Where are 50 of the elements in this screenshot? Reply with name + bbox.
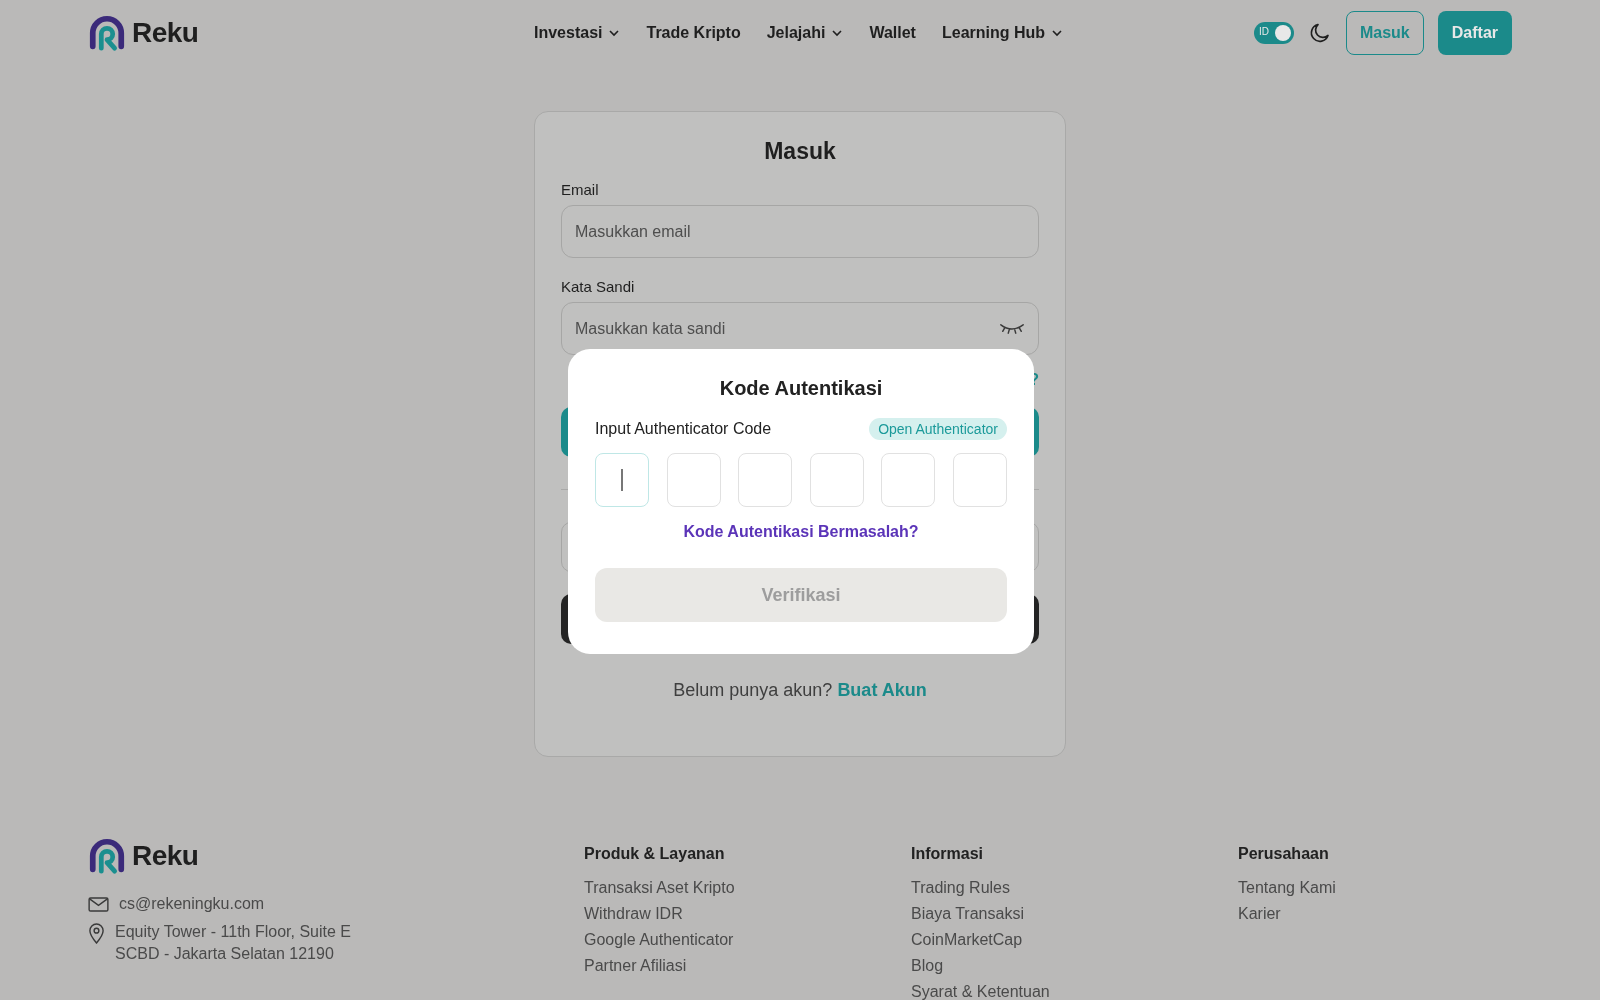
logo-text[interactable]: Reku: [132, 17, 199, 49]
footer-link[interactable]: Partner Afiliasi: [584, 957, 911, 975]
nav-link[interactable]: Investasi: [534, 24, 621, 42]
password-field[interactable]: Masukkan kata sandi: [561, 302, 1039, 355]
eye-closed-icon[interactable]: [999, 322, 1025, 335]
field-label: Email: [561, 181, 600, 198]
code-digit-field[interactable]: [738, 453, 793, 507]
code-digit-field[interactable]: [809, 453, 864, 507]
location-pin-icon: [88, 923, 105, 944]
signup-prompt: Belum punya akun? Buat Akun: [672, 680, 928, 701]
footer-link[interactable]: Tentang Kami: [1238, 879, 1565, 897]
register-button[interactable]: Daftar: [1437, 11, 1512, 55]
footer-link[interactable]: Blog: [911, 957, 1238, 975]
footer-heading: Informasi: [911, 845, 984, 863]
footer-link[interactable]: CoinMarketCap: [911, 931, 1238, 949]
footer-link[interactable]: Syarat & Ketentuan: [911, 983, 1238, 1000]
field-label: Kata Sandi: [561, 278, 636, 295]
address-line: Equity Tower - 11th Floor, Suite E: [115, 923, 351, 941]
language-toggle[interactable]: ID: [1253, 22, 1294, 44]
chevron-down-icon: [1051, 27, 1064, 39]
open-authenticator-button[interactable]: Open Authenticator: [869, 418, 1007, 440]
footer-link[interactable]: Trading Rules: [911, 879, 1238, 897]
logo-text: Reku: [132, 840, 199, 872]
address-line: SCBD - Jakarta Selatan 12190: [115, 945, 335, 963]
modal-title: Kode Autentikasi: [718, 377, 884, 400]
code-label: Input Authenticator Code: [595, 420, 772, 438]
footer-heading: Perusahaan: [1238, 845, 1330, 863]
logo-icon: [88, 14, 126, 52]
code-digit-field[interactable]: [881, 453, 936, 507]
logo-icon: [88, 837, 126, 875]
footer-link[interactable]: Withdraw IDR: [584, 905, 911, 923]
footer-link[interactable]: Google Authenticator: [584, 931, 911, 949]
email-field[interactable]: Masukkan email: [561, 205, 1039, 258]
footer-link[interactable]: Biaya Transaksi: [911, 905, 1238, 923]
nav-link[interactable]: Jelajahi: [766, 24, 844, 42]
code-digit-field[interactable]: [952, 453, 1007, 507]
chevron-down-icon: [608, 27, 621, 39]
mail-icon: [88, 896, 109, 912]
code-digit-field[interactable]: [595, 453, 649, 507]
contact-email[interactable]: cs@rekeningku.com: [119, 895, 265, 913]
nav-link[interactable]: Wallet: [869, 24, 916, 42]
chevron-down-icon: [831, 27, 844, 39]
help-link[interactable]: Kode Autentikasi Bermasalah?: [595, 523, 1007, 541]
nav-link[interactable]: Trade Kripto: [646, 24, 741, 42]
footer-link[interactable]: Transaksi Aset Kripto: [584, 879, 911, 897]
nav-link[interactable]: Learning Hub: [941, 24, 1064, 42]
footer-link[interactable]: Karier: [1238, 905, 1565, 923]
code-digit-field[interactable]: [666, 453, 721, 507]
footer-heading: Produk & Layanan: [584, 845, 726, 863]
card-title: Masuk: [763, 138, 837, 165]
